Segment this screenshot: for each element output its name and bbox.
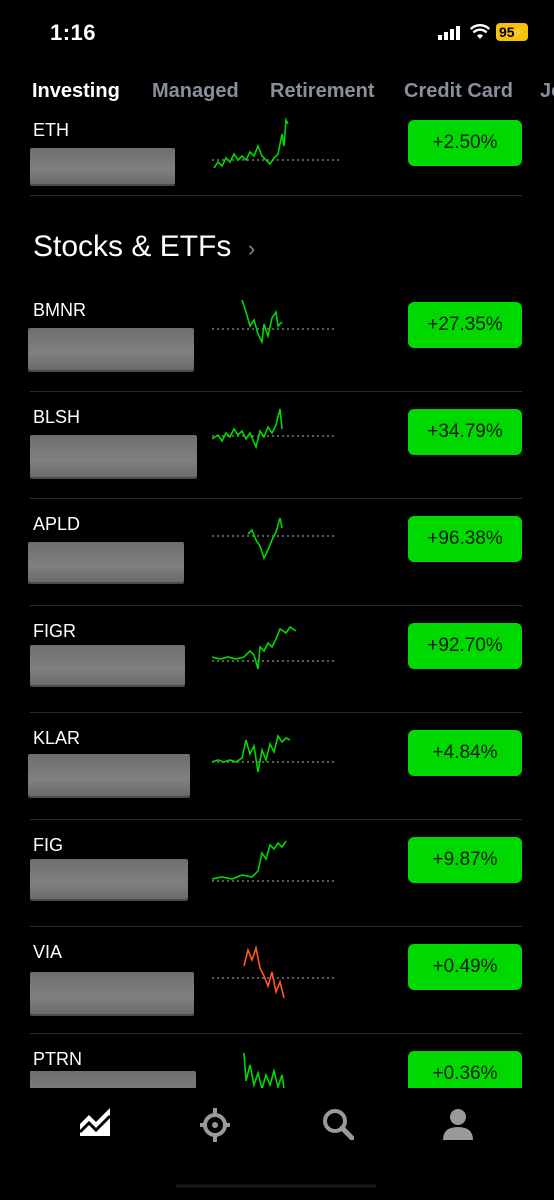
symbol: APLD <box>33 514 81 534</box>
percent-change-button[interactable]: +0.49% <box>408 944 522 990</box>
redacted-value <box>28 542 184 582</box>
tab-partial[interactable]: Jo <box>540 80 554 103</box>
list-item-eth[interactable]: ETH +2.50% <box>30 108 522 196</box>
divider <box>30 1033 522 1034</box>
wifi-icon <box>470 24 490 39</box>
tab-retirement[interactable]: Retirement <box>270 80 374 103</box>
percent-change-button[interactable]: +4.84% <box>408 730 522 776</box>
status-time: 1:16 <box>50 20 97 45</box>
list-item-fig[interactable]: FIG +9.87% <box>30 821 522 927</box>
symbol: ETH <box>33 120 69 140</box>
redacted-value <box>30 645 185 685</box>
redacted-value <box>30 435 197 477</box>
percent-change-button[interactable]: +27.35% <box>408 302 522 348</box>
divider <box>30 391 522 392</box>
divider <box>30 819 522 820</box>
sparkline <box>212 517 336 561</box>
symbol: FIG <box>33 835 63 855</box>
sparkline <box>212 944 336 999</box>
percent-change-button[interactable]: +34.79% <box>408 409 522 455</box>
sparkline <box>243 1052 285 1089</box>
percent-change-button[interactable]: +2.50% <box>408 120 522 166</box>
account-tabs: Investing Managed Retirement Credit Card… <box>0 76 554 108</box>
status-bar: 1:16 95 ⚡ <box>0 0 554 70</box>
sparkline <box>212 840 336 882</box>
chevron-right-icon[interactable]: › <box>248 236 255 262</box>
divider <box>30 926 522 927</box>
battery-icon: 95 ⚡ <box>496 23 528 41</box>
search-icon[interactable] <box>322 1108 354 1140</box>
list-item-apld[interactable]: APLD +96.38% <box>28 500 522 606</box>
tab-investing[interactable]: Investing <box>32 80 120 103</box>
list-item-bmnr[interactable]: BMNR +27.35% <box>28 286 522 392</box>
account-icon[interactable] <box>443 1108 473 1140</box>
section-title[interactable]: Stocks & ETFs <box>33 230 231 264</box>
crypto-icon[interactable] <box>200 1108 230 1142</box>
percent-change-button[interactable]: +92.70% <box>408 623 522 669</box>
charging-icon: ⚡ <box>511 25 526 39</box>
investing-icon[interactable] <box>80 1108 110 1136</box>
list-item-via[interactable]: VIA +0.49% <box>30 928 522 1034</box>
sparkline <box>212 408 336 450</box>
cellular-signal-icon <box>438 26 460 40</box>
home-indicator <box>176 1184 376 1188</box>
redacted-value <box>30 148 175 184</box>
list-item-figr[interactable]: FIGR +92.70% <box>30 607 522 713</box>
symbol: PTRN <box>33 1049 82 1069</box>
sparkline <box>212 734 336 773</box>
symbol: FIGR <box>33 621 76 641</box>
symbol: BMNR <box>33 300 86 320</box>
list-item-klar[interactable]: KLAR +4.84% <box>28 714 522 820</box>
redacted-value <box>30 859 188 899</box>
symbol: VIA <box>33 942 63 962</box>
redacted-value <box>28 754 190 796</box>
divider <box>30 195 522 196</box>
divider <box>30 605 522 606</box>
list-item-ptrn[interactable]: PTRN +0.36% <box>30 1035 522 1089</box>
tab-managed[interactable]: Managed <box>152 80 239 103</box>
list-item-blsh[interactable]: BLSH +34.79% <box>30 393 522 499</box>
sparkline <box>212 117 342 169</box>
sparkline <box>212 625 336 670</box>
symbol: BLSH <box>33 407 81 427</box>
symbol: KLAR <box>33 728 81 748</box>
sparkline <box>212 299 336 345</box>
percent-change-button[interactable]: +96.38% <box>408 516 522 562</box>
divider <box>30 712 522 713</box>
redacted-value <box>28 328 194 370</box>
percent-change-button[interactable]: +9.87% <box>408 837 522 883</box>
percent-change-button[interactable]: +0.36% <box>408 1051 522 1089</box>
redacted-value <box>30 1071 196 1089</box>
redacted-value <box>30 972 194 1014</box>
tab-credit-card[interactable]: Credit Card <box>404 80 513 103</box>
divider <box>30 498 522 499</box>
